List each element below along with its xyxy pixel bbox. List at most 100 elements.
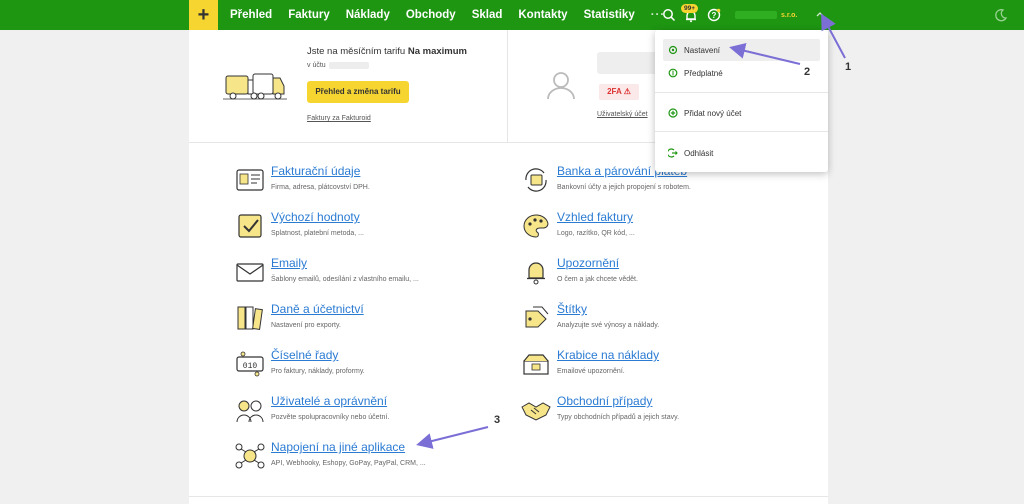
setting-title[interactable]: Vzhled faktury: [557, 210, 633, 224]
add-new-button[interactable]: +: [189, 0, 218, 30]
setting-title[interactable]: Emaily: [271, 256, 307, 270]
bell-outline-icon: [527, 262, 545, 285]
setting-title[interactable]: Napojení na jiné aplikace: [271, 440, 405, 454]
gear-icon: [668, 45, 678, 55]
setting-desc: Typy obchodních případů a jejich stavy.: [557, 414, 680, 421]
menu-item-subscription[interactable]: Předplatné: [663, 62, 820, 84]
nav-faktury[interactable]: Faktury: [288, 9, 330, 21]
nav-prehled[interactable]: Přehled: [230, 9, 272, 21]
setting-title[interactable]: Uživatelé a oprávnění: [271, 394, 387, 408]
nav-kontakty[interactable]: Kontakty: [518, 9, 567, 21]
setting-title[interactable]: Obchodní případy: [557, 394, 652, 408]
annotation-number-3: 3: [494, 414, 501, 426]
setting-desc: O čem a jak chcete vědět.: [557, 276, 638, 283]
menu-separator: [655, 131, 828, 132]
menu-separator: [655, 92, 828, 93]
search-icon[interactable]: [662, 8, 676, 22]
setting-tags[interactable]: Štítky Analyzujte své výnosy a náklady.: [520, 302, 760, 341]
help-icon[interactable]: ?: [707, 8, 721, 22]
menu-item-settings[interactable]: Nastavení: [663, 39, 820, 61]
user-name-redacted: [597, 52, 657, 74]
nav-statistiky[interactable]: Statistiky: [584, 9, 635, 21]
menu-item-add-account[interactable]: Přidat nový účet: [663, 102, 820, 124]
handshake-icon: [521, 402, 551, 421]
nav-naklady[interactable]: Náklady: [346, 9, 390, 21]
setting-taxes-accounting[interactable]: Daně a účetnictví Nastavení pro exporty.: [234, 302, 474, 341]
setting-invoice-look[interactable]: Vzhled faktury Logo, razítko, QR kód, ..…: [520, 210, 760, 249]
twofa-label: 2FA: [607, 87, 622, 96]
notification-count-badge: 99+: [681, 4, 699, 13]
logout-icon: [668, 148, 678, 158]
users-icon: [236, 400, 264, 423]
annotation-number-2: 2: [804, 66, 811, 78]
delivery-vans-icon: [223, 73, 287, 100]
svg-text:?: ?: [712, 11, 717, 20]
id-card-icon: [236, 169, 264, 191]
setting-number-series[interactable]: 010 Číselné řady Pro faktury, náklady, p…: [234, 348, 474, 387]
setting-desc: API, Webhooky, Eshopy, GoPay, PayPal, CR…: [271, 460, 426, 467]
chevron-up-icon[interactable]: [815, 9, 825, 19]
plan-name: Na maximum: [407, 46, 467, 57]
menu-item-label: Nastavení: [684, 45, 721, 55]
top-navigation-bar: + Přehled Faktury Náklady Obchody Sklad …: [0, 0, 1024, 30]
menu-item-label: Předplatné: [684, 68, 723, 78]
setting-default-values[interactable]: Výchozí hodnoty Splatnost, platební meto…: [234, 210, 474, 249]
setting-expense-box[interactable]: Krabice na náklady Emailové upozornění.: [520, 348, 760, 387]
expense-box-icon: [523, 354, 549, 375]
card-divider: [507, 30, 508, 143]
moon-icon[interactable]: [994, 8, 1008, 22]
setting-billing-details[interactable]: Fakturační údaje Firma, adresa, plátcovs…: [234, 164, 474, 203]
setting-desc: Pozvěte spolupracovníky nebo účetní.: [271, 414, 390, 421]
fakturoid-invoices-link[interactable]: Faktury za Fakturoid: [307, 115, 371, 122]
plus-circle-icon: [668, 108, 678, 118]
setting-desc: Splatnost, platební metoda, ...: [271, 230, 365, 237]
account-name-redacted: [328, 62, 369, 69]
setting-title[interactable]: Daně a účetnictví: [271, 302, 364, 316]
integrations-network-icon: [235, 443, 265, 469]
setting-title[interactable]: Fakturační údaje: [271, 164, 360, 178]
nav-obchody[interactable]: Obchody: [406, 9, 456, 21]
account-switcher[interactable]: s.r.o.: [735, 10, 797, 20]
user-account-link[interactable]: Uživatelský účet: [597, 111, 648, 118]
setting-desc: Logo, razítko, QR kód, ...: [557, 230, 635, 237]
binders-icon: [237, 306, 263, 331]
main-nav: Přehled Faktury Náklady Obchody Sklad Ko…: [222, 0, 673, 30]
account-name-redacted: [735, 11, 777, 19]
user-avatar-icon: [547, 72, 575, 100]
account-suffix: s.r.o.: [781, 11, 798, 19]
setting-desc: Nastavení pro exporty.: [271, 322, 341, 329]
setting-desc: Emailové upozornění.: [557, 368, 625, 375]
setting-integrations[interactable]: Napojení na jiné aplikace API, Webhooky,…: [234, 440, 474, 479]
setting-desc: Analyzujte své výnosy a náklady.: [557, 322, 660, 329]
plan-account-label: v účtu: [307, 62, 326, 69]
setting-desc: Šablony emailů, odesílání z vlastního em…: [271, 276, 419, 283]
setting-title[interactable]: Výchozí hodnoty: [271, 210, 360, 224]
palette-icon: [523, 214, 549, 238]
menu-item-label: Přidat nový účet: [684, 108, 742, 118]
menu-item-logout[interactable]: Odhlásit: [663, 142, 820, 164]
plan-info: Jste na měsíčním tarifu Na maximum: [307, 46, 467, 57]
plan-account-line: v účtu: [307, 62, 369, 69]
twofa-badge[interactable]: 2FA ⚠: [599, 84, 639, 100]
setting-users-permissions[interactable]: Uživatelé a oprávnění Pozvěte spolupraco…: [234, 394, 474, 433]
setting-business-cases[interactable]: Obchodní případy Typy obchodních případů…: [520, 394, 760, 433]
setting-title[interactable]: Upozornění: [557, 256, 619, 270]
account-dropdown-menu: Nastavení Předplatné Přidat nový účet Od…: [655, 30, 828, 172]
setting-title[interactable]: Krabice na náklady: [557, 348, 659, 362]
plan-change-button[interactable]: Přehled a změna tarifu: [307, 81, 409, 103]
number-counter-icon: 010: [236, 351, 264, 377]
nav-sklad[interactable]: Sklad: [472, 9, 503, 21]
plan-text-prefix: Jste na měsíčním tarifu: [307, 46, 408, 57]
setting-emails[interactable]: Emaily Šablony emailů, odesílání z vlast…: [234, 256, 474, 295]
setting-desc: Bankovní účty a jejich propojení s robot…: [557, 184, 691, 191]
bank-sync-icon: [525, 168, 547, 192]
menu-item-label: Odhlásit: [684, 148, 714, 158]
svg-text:010: 010: [243, 362, 258, 371]
setting-desc: Pro faktury, náklady, proformy.: [271, 368, 365, 375]
setting-title[interactable]: Číselné řady: [271, 348, 338, 362]
setting-title[interactable]: Štítky: [557, 302, 587, 316]
envelope-icon: [236, 263, 264, 282]
annotation-number-1: 1: [845, 61, 852, 73]
setting-notifications[interactable]: Upozornění O čem a jak chcete vědět.: [520, 256, 760, 295]
panel-bottom-divider: [189, 496, 828, 497]
